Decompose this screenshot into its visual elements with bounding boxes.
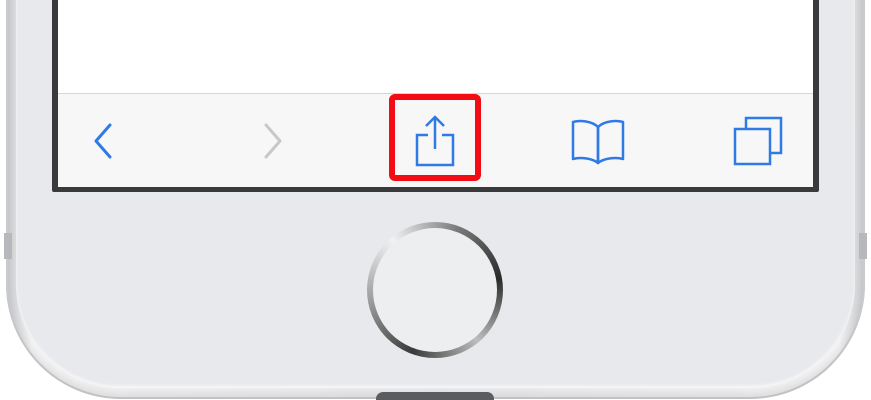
share-button-highlight [389, 94, 481, 181]
book-icon [571, 119, 625, 164]
tabs-button[interactable] [712, 94, 804, 187]
antenna-band-right [859, 233, 867, 259]
iphone-screenshot [0, 0, 871, 400]
chevron-right-icon [264, 123, 282, 158]
forward-button[interactable] [226, 94, 318, 187]
bookmarks-button[interactable] [552, 94, 644, 187]
chevron-left-icon [94, 123, 112, 158]
lightning-port [376, 392, 494, 400]
back-button[interactable] [58, 94, 150, 187]
home-button-face[interactable] [373, 228, 497, 352]
tabs-icon [733, 116, 783, 165]
web-page-content[interactable] [58, 0, 813, 93]
antenna-band-left [4, 233, 12, 259]
